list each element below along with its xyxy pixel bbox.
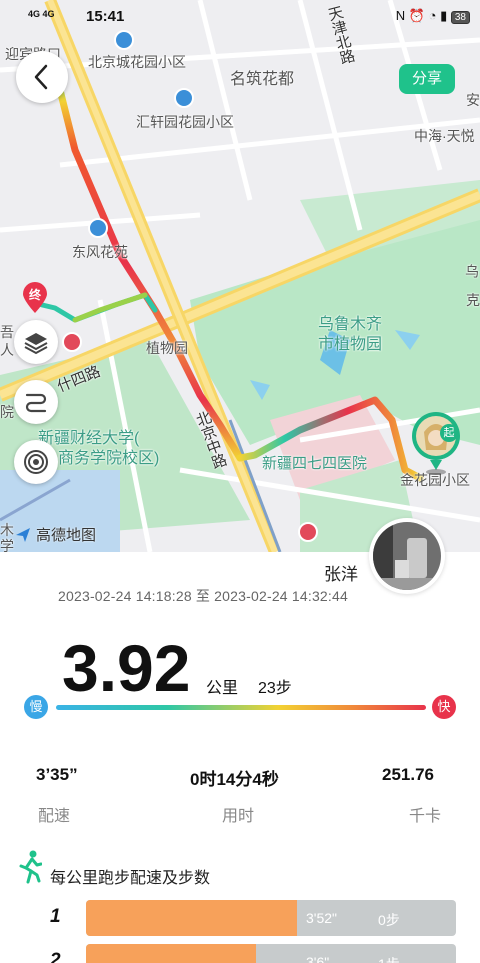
map-label: 乌 <box>464 264 480 278</box>
per-km-section-title: 每公里跑步配速及步数 <box>50 870 211 887</box>
end-marker-label: 终 <box>28 288 41 302</box>
map-label: 院 <box>0 404 14 420</box>
runner-icon <box>19 850 42 884</box>
map-label: 克 <box>466 292 480 308</box>
network-indicator: 4G 4G <box>28 9 55 19</box>
map-label-park: 市植物园 <box>318 336 383 353</box>
map-label: 安 <box>466 92 480 108</box>
km-bar-fill <box>86 900 297 936</box>
total-distance: 3.92 <box>62 631 191 705</box>
map-label: 北京城花园小区 <box>88 54 186 70</box>
start-marker-label: 起 <box>440 424 458 442</box>
nfc-icon: N <box>395 8 406 23</box>
km-steps: 1步 <box>378 954 400 963</box>
chevron-left-icon <box>34 64 48 90</box>
poi-school-icon <box>174 88 194 108</box>
duration-label: 用时 <box>222 808 255 825</box>
pace-label: 配速 <box>38 808 71 825</box>
locate-button[interactable] <box>14 440 58 484</box>
system-icons: N ⏰ ◔ ▮ 38 <box>396 8 470 24</box>
route-map[interactable]: 迎宾路口 北京城花园小区 名筑花都 天津北路 汇轩园花园小区 中海·天悦 安 东… <box>0 0 480 552</box>
km-pace: 3'6" <box>306 954 330 963</box>
start-pin-icon <box>412 412 460 475</box>
poi-hotel-icon <box>298 522 318 542</box>
duration-value: 0时14分4秒 <box>190 770 279 789</box>
target-icon <box>24 450 48 474</box>
layers-icon <box>24 333 48 355</box>
distance-unit: 公里 <box>206 680 239 697</box>
map-provider-logo: 高德地图 <box>14 524 96 545</box>
total-steps: 23步 <box>258 680 292 697</box>
map-label: 中海·天悦 <box>414 128 475 144</box>
km-index: 2 <box>50 950 61 963</box>
layers-button[interactable] <box>14 320 58 364</box>
map-label: 东风花苑 <box>72 244 128 260</box>
km-bar-track: 3'52" 0步 <box>86 900 456 936</box>
km-steps: 0步 <box>378 912 400 928</box>
map-label: 名筑花都 <box>230 71 295 88</box>
slow-pace-badge: 慢 <box>24 695 48 719</box>
map-label-campus: 商务学院校区) <box>58 450 160 467</box>
km-pace: 3'52" <box>306 910 338 926</box>
pace-gradient-legend <box>56 705 426 710</box>
map-label: 吾 <box>0 324 14 340</box>
km-row: 1 3'52" 0步 <box>0 900 480 936</box>
avatar[interactable] <box>369 518 445 594</box>
poi-hospital-icon <box>62 332 82 352</box>
km-index: 1 <box>50 906 61 927</box>
map-label-hospital: 新疆四七四医院 <box>262 455 368 472</box>
alarm-icon: ⏰ <box>408 8 425 23</box>
fast-pace-badge: 快 <box>432 695 456 719</box>
pace-value: 3’35” <box>36 765 78 784</box>
route-icon <box>25 393 47 413</box>
gaode-logo-icon <box>16 527 30 542</box>
km-bar-track: 3'6" 1步 <box>86 944 456 963</box>
share-button[interactable]: 分享 <box>399 64 455 94</box>
status-time: 15:41 <box>86 8 125 25</box>
gaode-logo-text: 高德地图 <box>36 527 97 544</box>
route-style-button[interactable] <box>14 380 58 424</box>
user-name: 张洋 <box>324 565 358 584</box>
status-bar: 4G 4G 15:41 N ⏰ ◔ ▮ 38 <box>0 0 480 34</box>
poi-school-icon <box>88 218 108 238</box>
map-label: 学 <box>0 538 14 552</box>
calories-label: 千卡 <box>409 808 442 825</box>
wifi-icon: ◔ <box>428 8 437 23</box>
calories-value: 251.76 <box>382 765 434 784</box>
map-label: 植物园 <box>146 340 188 356</box>
run-time-range: 2023-02-24 14:18:28 至 2023-02-24 14:32:4… <box>58 588 348 604</box>
battery-indicator: 38 <box>450 11 470 24</box>
km-row: 2 3'6" 1步 <box>0 944 480 963</box>
user-photo <box>373 522 441 590</box>
map-label: 人 <box>0 342 14 358</box>
signal-icon: ▮ <box>440 8 448 23</box>
km-bar-fill <box>86 944 257 963</box>
back-button[interactable] <box>16 51 68 103</box>
route-end-marker: 终 <box>22 282 48 314</box>
map-label: 汇轩园花园小区 <box>136 114 234 130</box>
route-start-marker: 起 <box>410 410 462 476</box>
